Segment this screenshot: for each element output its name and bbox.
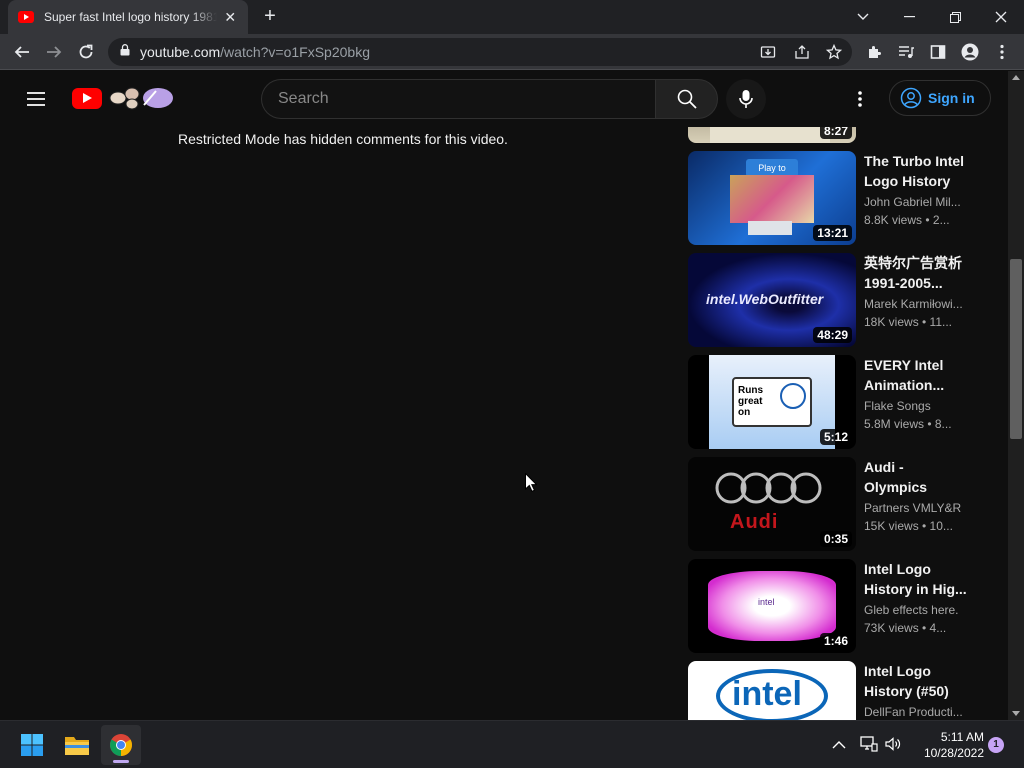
- search-icon: [677, 89, 697, 109]
- thumbnail-caption: intel: [732, 675, 802, 713]
- video-title[interactable]: EVERY Intel Animation...: [864, 355, 968, 395]
- install-app-icon[interactable]: [760, 44, 776, 65]
- video-duration: 5:12: [819, 429, 852, 445]
- related-video-item[interactable]: Play to 13:21 The Turbo Intel Logo Histo…: [688, 151, 998, 245]
- video-title[interactable]: The Turbo Intel Logo History i...: [864, 151, 968, 191]
- thumbnail-caption: intel.WebOutfitter: [706, 291, 824, 307]
- mouse-cursor-icon: [525, 472, 538, 497]
- tab-title: Super fast Intel logo history 1981: [44, 10, 217, 24]
- scroll-up-arrow-icon[interactable]: [1012, 75, 1020, 80]
- youtube-page: 8:27 Play to 13:21 The Turbo Intel Logo …: [0, 71, 1024, 720]
- address-bar[interactable]: youtube.com/watch?v=o1FxSp20bkg: [108, 38, 852, 66]
- volume-icon[interactable]: [884, 735, 902, 758]
- active-app-indicator: [113, 760, 129, 763]
- minimize-button[interactable]: [886, 0, 932, 34]
- account-circle-icon: [900, 87, 922, 109]
- video-title[interactable]: Intel Logo History (#50): [864, 661, 968, 701]
- voice-search-button[interactable]: [726, 79, 766, 119]
- video-title[interactable]: Intel Logo History in Hig...: [864, 559, 968, 599]
- share-icon[interactable]: [794, 44, 810, 65]
- tab-search-icon[interactable]: [840, 0, 886, 34]
- close-window-button[interactable]: [978, 0, 1024, 34]
- chrome-menu-icon[interactable]: [990, 40, 1014, 64]
- taskbar-clock[interactable]: 5:11 AM 10/28/2022: [908, 729, 984, 761]
- video-duration: 1:46: [819, 633, 852, 649]
- video-meta: 73K views • 4...: [864, 621, 947, 635]
- video-thumbnail[interactable]: Audi 0:35: [688, 457, 856, 551]
- thumbnail-caption: Runs great on: [738, 385, 763, 418]
- file-explorer-icon[interactable]: [57, 725, 97, 765]
- channel-name[interactable]: Flake Songs: [864, 399, 968, 413]
- new-tab-button[interactable]: +: [258, 5, 282, 29]
- settings-more-icon[interactable]: [848, 87, 872, 111]
- browser-tab-active[interactable]: Super fast Intel logo history 1981 ✕: [8, 0, 248, 34]
- lock-icon[interactable]: [120, 43, 130, 61]
- related-video-item[interactable]: intel.WebOutfitter 48:29 英特尔广告赏析 1991-20…: [688, 253, 998, 347]
- channel-name[interactable]: John Gabriel Mil...: [864, 195, 968, 209]
- extensions-icon[interactable]: [862, 40, 886, 64]
- search-box[interactable]: [261, 79, 655, 119]
- clock-time: 5:11 AM: [940, 730, 984, 744]
- youtube-doodle-icon[interactable]: [108, 85, 174, 111]
- microphone-icon: [739, 90, 753, 108]
- side-panel-icon[interactable]: [926, 40, 950, 64]
- channel-name[interactable]: Marek Karmiłowi...: [864, 297, 968, 311]
- clock-date: 10/28/2022: [923, 746, 984, 760]
- show-hidden-icons-chevron-icon[interactable]: [832, 737, 846, 755]
- youtube-favicon-icon: [18, 11, 34, 23]
- back-button[interactable]: [10, 40, 34, 64]
- video-thumbnail[interactable]: intel 1:46: [688, 559, 856, 653]
- video-thumbnail[interactable]: intel: [688, 661, 856, 720]
- youtube-logo-icon[interactable]: [72, 88, 102, 109]
- youtube-header: Sign in: [0, 71, 1008, 127]
- network-icon[interactable]: [860, 735, 878, 758]
- video-meta: 18K views • 11...: [864, 315, 953, 329]
- reload-button[interactable]: [74, 40, 98, 64]
- thumbnail-caption: intel: [758, 597, 775, 607]
- scrollbar-thumb[interactable]: [1010, 259, 1022, 439]
- restore-button[interactable]: [932, 0, 978, 34]
- video-title[interactable]: Audi - Olympics: [864, 457, 968, 497]
- sign-in-button[interactable]: Sign in: [889, 80, 991, 116]
- related-video-item[interactable]: Audi 0:35 Audi - Olympics Partners VMLY&…: [688, 457, 998, 551]
- browser-toolbar: youtube.com/watch?v=o1FxSp20bkg: [0, 34, 1024, 70]
- channel-name[interactable]: DellFan Producti...: [864, 705, 968, 719]
- video-meta: 5.8M views • 8...: [864, 417, 952, 431]
- related-video-item[interactable]: intel Intel Logo History (#50) DellFan P…: [688, 661, 998, 720]
- chrome-taskbar-icon[interactable]: [101, 725, 141, 765]
- channel-name[interactable]: Gleb effects here.: [864, 603, 968, 617]
- video-meta: 15K views • 10...: [864, 519, 953, 533]
- browser-tabstrip: Super fast Intel logo history 1981 ✕ +: [0, 0, 1024, 34]
- windows-start-icon[interactable]: [12, 725, 52, 765]
- video-title[interactable]: 英特尔广告赏析 1991-2005...: [864, 253, 968, 293]
- profile-avatar-icon[interactable]: [958, 40, 982, 64]
- search-input[interactable]: [278, 90, 638, 108]
- video-meta: 8.8K views • 2...: [864, 213, 950, 227]
- video-duration: 13:21: [813, 225, 852, 241]
- hamburger-menu-icon[interactable]: [24, 87, 48, 111]
- video-thumbnail[interactable]: Play to 13:21: [688, 151, 856, 245]
- search-button[interactable]: [655, 79, 718, 119]
- channel-name[interactable]: Partners VMLY&R: [864, 501, 968, 515]
- video-thumbnail[interactable]: Runs great on 5:12: [688, 355, 856, 449]
- forward-button[interactable]: [42, 40, 66, 64]
- thumbnail-caption: Audi: [730, 511, 779, 533]
- video-duration: 48:29: [813, 327, 852, 343]
- notification-badge[interactable]: 1: [988, 737, 1004, 753]
- tab-close-icon[interactable]: ✕: [223, 9, 239, 26]
- video-thumbnail[interactable]: intel.WebOutfitter 48:29: [688, 253, 856, 347]
- media-control-icon[interactable]: [894, 40, 918, 64]
- scroll-down-arrow-icon[interactable]: [1012, 711, 1020, 716]
- url-text: youtube.com/watch?v=o1FxSp20bkg: [140, 44, 370, 60]
- windows-taskbar: 5:11 AM 10/28/2022 1: [0, 720, 1024, 768]
- related-video-item[interactable]: Runs great on 5:12 EVERY Intel Animation…: [688, 355, 998, 449]
- related-video-item[interactable]: intel 1:46 Intel Logo History in Hig... …: [688, 559, 998, 653]
- page-scrollbar[interactable]: [1008, 71, 1024, 720]
- bookmark-star-icon[interactable]: [825, 43, 843, 65]
- video-duration: 0:35: [819, 531, 852, 547]
- restricted-mode-message: Restricted Mode has hidden comments for …: [178, 131, 508, 147]
- sign-in-label: Sign in: [928, 90, 975, 106]
